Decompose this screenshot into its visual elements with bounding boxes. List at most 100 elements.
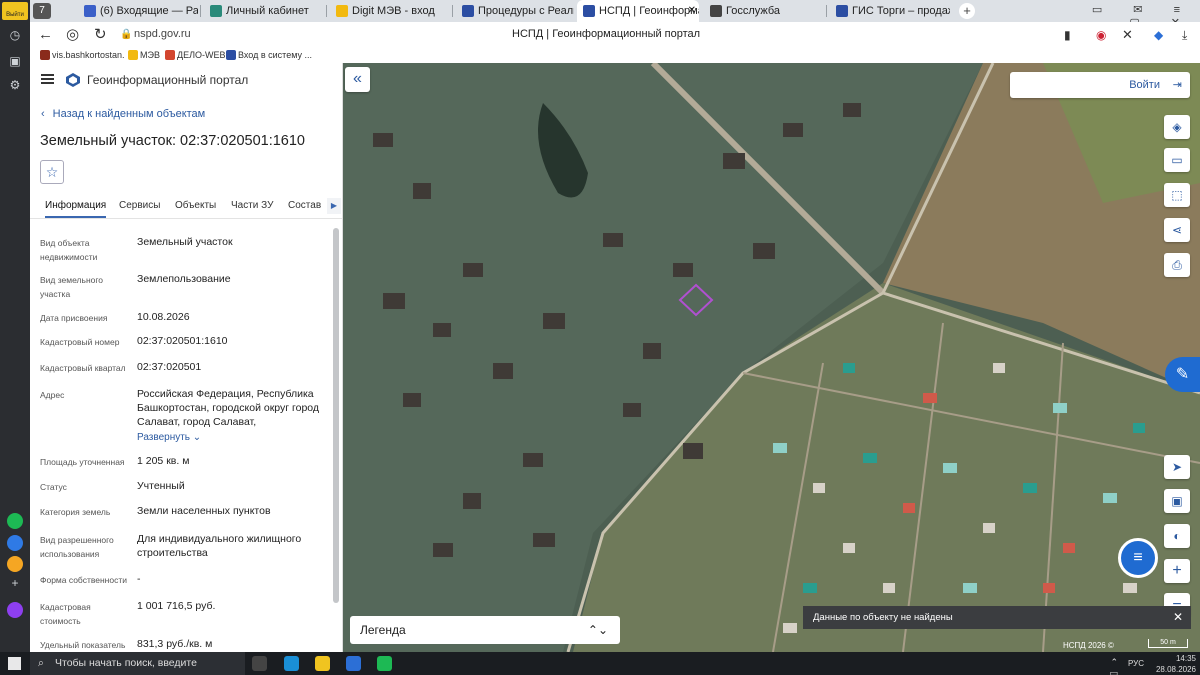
app-messenger-icon[interactable] — [7, 535, 23, 551]
tab-services[interactable]: Сервисы — [119, 200, 160, 211]
bookmark-vis[interactable]: vis.bashkortostan. — [40, 49, 125, 62]
tab-parts[interactable]: Части ЗУ — [231, 200, 273, 211]
login-icon: ⇥ — [1172, 79, 1182, 91]
app-mail-icon[interactable] — [7, 556, 23, 572]
expand-link[interactable]: Развернуть ⌄ — [137, 432, 201, 443]
legend-dropdown[interactable]: Легенда ⌃⌄ — [350, 616, 620, 644]
close-icon[interactable]: ✕ — [1173, 606, 1183, 629]
field-value: Земельный участок — [137, 236, 233, 248]
zoom-in-icon[interactable]: + — [1164, 559, 1190, 583]
history-icon[interactable]: ◷ — [5, 26, 25, 44]
close-tab-icon[interactable]: ✕ — [688, 0, 696, 22]
site-icon — [40, 50, 50, 60]
kaspersky-icon[interactable]: ✕ — [1122, 26, 1133, 44]
url-field[interactable]: nspd.gov.ru — [134, 28, 191, 40]
tab-label: Digit МЭВ - вход — [352, 5, 435, 17]
date: 28.08.2026 — [1155, 665, 1196, 674]
system-tray: ⌃ ▭ ◔ ♪ РУС 14:35 28.08.2026 — [1110, 652, 1197, 675]
start-icon[interactable] — [8, 657, 21, 670]
feedback-icon[interactable]: ✎ — [1165, 357, 1200, 392]
tabs-scroll-right-icon[interactable]: ▶ — [327, 198, 341, 214]
tab-rambler[interactable]: (6) Входящие — Рамблер/ — [78, 0, 198, 22]
clock[interactable]: 14:35 28.08.2026 — [1150, 653, 1196, 675]
tab-nspd[interactable]: НСПД | Геоинформацио✕ — [577, 0, 699, 22]
torgi-icon — [836, 5, 848, 17]
geolocation-icon[interactable]: ➤ — [1164, 455, 1190, 479]
weather-widget[interactable]: Выйти — [2, 2, 28, 20]
browser-sidebar: Выйти ◷ ▣ ⚙ + — [0, 0, 30, 652]
tab-counter[interactable]: 7 — [33, 3, 51, 19]
time: 14:35 — [1175, 654, 1196, 663]
copyright: НСПД 2026 © — [1063, 641, 1114, 650]
tab-mev[interactable]: Digit МЭВ - вход — [330, 0, 450, 22]
app-icon[interactable] — [377, 656, 392, 671]
menu-icon[interactable] — [41, 74, 54, 84]
field-value: Для индивидуального жилищного строительс… — [137, 533, 302, 559]
field-value: 1 205 кв. м — [137, 455, 190, 467]
tab-info[interactable]: Информация — [45, 200, 107, 218]
field-label: Кадастровая стоимость — [40, 602, 91, 626]
field-value: 02:37:020501:1610 — [137, 335, 228, 347]
ruler-icon[interactable]: ▭ — [1164, 148, 1190, 172]
tab-gossluzhba[interactable]: Госслужба — [704, 0, 824, 22]
tab-label: Госслужба — [726, 5, 781, 17]
chevron-left-icon: ‹ — [41, 108, 45, 120]
protect-icon[interactable]: ◆ — [1154, 26, 1163, 44]
tab-label: Личный кабинет — [226, 5, 309, 17]
field-label: Вид земельного участка — [40, 275, 104, 299]
edge-icon[interactable] — [284, 656, 299, 671]
favorite-star-icon[interactable]: ☆ — [40, 160, 64, 184]
back-icon[interactable]: ← — [38, 26, 53, 44]
share-icon[interactable]: ⋖ — [1164, 218, 1190, 242]
legend-label: Легенда — [360, 623, 406, 637]
expand-label: Развернуть — [137, 432, 191, 443]
portal-name: Геоинформационный портал — [87, 73, 249, 87]
chevron-down-icon: ⌄ — [192, 432, 202, 443]
field-label: Адрес — [40, 390, 65, 400]
print-icon[interactable]: ⎙ — [1164, 253, 1190, 277]
layers-icon[interactable]: ◈ — [1164, 115, 1190, 139]
chat-icon[interactable]: ≡ — [1118, 538, 1158, 578]
tab-label: НСПД | Геоинформацио — [599, 5, 699, 17]
field-value: 02:37:020501 — [137, 361, 202, 373]
satellite-map[interactable]: « Войти ⇥ ◈ ▭ ⬚ ⋖ ⎙ ✎ ➤ ▣ ◐ + − ≡ Легенда… — [343, 63, 1200, 652]
select-area-icon[interactable]: ⬚ — [1164, 183, 1190, 207]
basemap-icon[interactable]: ▣ — [1164, 489, 1190, 513]
bookmark-label: vis.bashkortostan. — [52, 50, 125, 60]
bookmark-login[interactable]: Вход в систему ... — [226, 49, 312, 62]
tab-composition[interactable]: Состав — [288, 200, 321, 211]
tab-gis-torgi[interactable]: ГИС Торги – продажи гос — [830, 0, 950, 22]
yandex-browser-icon[interactable] — [346, 656, 361, 671]
tab-cabinet[interactable]: Личный кабинет — [204, 0, 324, 22]
extension-icon[interactable]: ◉ — [1096, 26, 1106, 44]
accessibility-icon[interactable]: ◐ — [1164, 524, 1190, 548]
login-button[interactable]: Войти ⇥ — [1010, 72, 1190, 98]
tab-objects[interactable]: Объекты — [175, 200, 216, 211]
info-tabs: Информация Сервисы Объекты Части ЗУ Сост… — [30, 193, 342, 219]
counter-icon[interactable]: ▣ — [5, 52, 25, 70]
bookmark-delo[interactable]: ДЕЛО-WEB — [165, 49, 226, 62]
add-app-icon[interactable]: + — [5, 574, 25, 592]
app-green-icon[interactable] — [7, 513, 23, 529]
download-icon[interactable]: ⤓ — [1182, 26, 1187, 44]
back-to-results-link[interactable]: ‹ Назад к найденным объектам — [41, 108, 205, 120]
shield-icon[interactable]: ◎ — [66, 26, 79, 44]
bookmark-mev[interactable]: МЭВ — [128, 49, 160, 62]
field-label: Кадастровый квартал — [40, 363, 126, 373]
lock-icon: 🔒 — [120, 29, 133, 40]
panel-scrollbar[interactable] — [333, 228, 339, 603]
new-tab-button[interactable]: + — [959, 3, 975, 19]
scale-bar: 50 m — [1148, 639, 1188, 648]
tab-procedures[interactable]: Процедуры с Реализация — [456, 0, 574, 22]
explorer-icon[interactable] — [315, 656, 330, 671]
bookmark-icon[interactable]: ▮ — [1064, 26, 1071, 44]
alice-icon[interactable] — [7, 602, 23, 618]
language-indicator[interactable]: РУС — [1128, 658, 1144, 669]
collapse-panel-button[interactable]: « — [345, 67, 370, 92]
reload-icon[interactable]: ↻ — [94, 26, 107, 44]
task-view-icon[interactable] — [252, 656, 267, 671]
exit-label: Выйти — [6, 12, 24, 18]
taskbar-search[interactable]: ⌕ Чтобы начать поиск, введите — [30, 652, 245, 675]
toast-text: Данные по объекту не найдены — [813, 612, 953, 623]
settings-icon[interactable]: ⚙ — [5, 76, 25, 94]
